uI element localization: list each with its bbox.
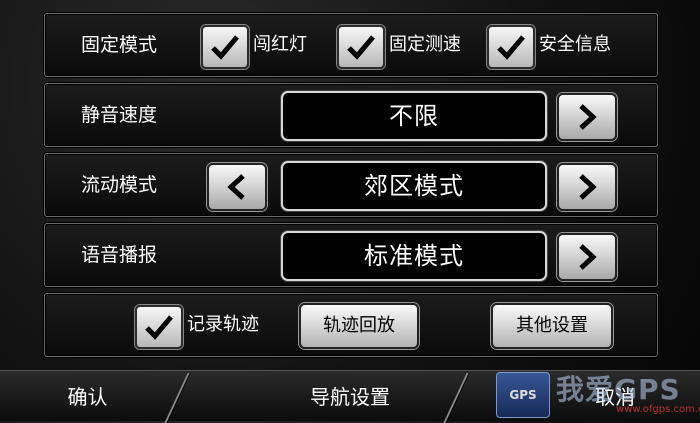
mute-speed-row: 静音速度 不限	[44, 83, 658, 147]
mute-speed-value: 不限	[281, 91, 547, 141]
chevron-right-icon	[579, 174, 597, 200]
safety-info-checkbox[interactable]	[487, 25, 535, 69]
fixed-speed-checkbox[interactable]	[337, 25, 385, 69]
mobile-mode-value: 郊区模式	[281, 161, 547, 211]
voice-broadcast-row: 语音播报 标准模式	[44, 223, 658, 287]
bottom-bar: 确认 导航设置 取消	[0, 370, 700, 423]
track-playback-button[interactable]: 轨迹回放	[299, 303, 419, 349]
track-row: 记录轨迹 轨迹回放 其他设置	[44, 293, 658, 357]
mobile-mode-row: 流动模式 郊区模式	[44, 153, 658, 217]
voice-broadcast-value: 标准模式	[281, 231, 547, 281]
mobile-mode-prev-button[interactable]	[207, 163, 267, 211]
confirm-button[interactable]: 确认	[0, 371, 175, 421]
red-light-checkbox[interactable]	[201, 25, 249, 69]
check-icon	[347, 35, 375, 60]
fixed-speed-label: 固定测速	[389, 34, 461, 55]
chevron-right-icon	[579, 104, 597, 130]
nav-settings-tab[interactable]: 导航设置	[245, 371, 455, 421]
voice-broadcast-next-button[interactable]	[557, 233, 617, 281]
fixed-mode-row: 固定模式 闯红灯 固定测速 安全信息	[44, 13, 658, 77]
check-icon	[145, 315, 173, 340]
voice-broadcast-label: 语音播报	[81, 244, 158, 266]
check-icon	[497, 35, 525, 60]
mute-speed-next-button[interactable]	[557, 93, 617, 141]
other-settings-button[interactable]: 其他设置	[491, 303, 613, 349]
safety-info-label: 安全信息	[539, 34, 611, 55]
mobile-mode-label: 流动模式	[81, 174, 158, 196]
record-track-label: 记录轨迹	[187, 314, 259, 335]
mobile-mode-next-button[interactable]	[557, 163, 617, 211]
chevron-left-icon	[227, 174, 245, 200]
red-light-label: 闯红灯	[253, 34, 307, 55]
chevron-right-icon	[579, 244, 597, 270]
check-icon	[211, 35, 239, 60]
record-track-checkbox[interactable]	[135, 305, 183, 349]
cancel-button[interactable]: 取消	[540, 371, 690, 421]
mute-speed-label: 静音速度	[81, 104, 158, 126]
fixed-mode-label: 固定模式	[81, 34, 158, 56]
